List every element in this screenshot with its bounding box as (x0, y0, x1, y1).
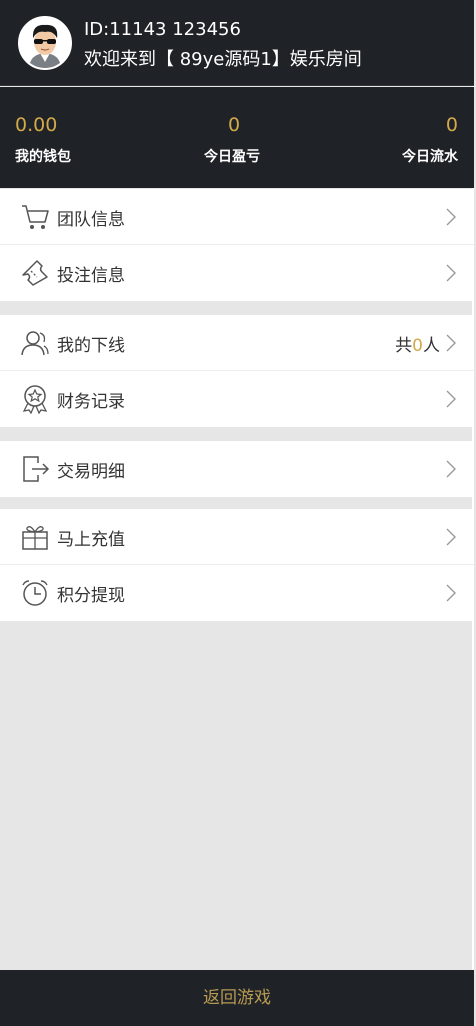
today-turnover-label: 今日流水 (402, 149, 458, 165)
menu-label: 马上充值 (57, 530, 125, 550)
profile-header: ID:11143 123456 欢迎来到【 89ye源码1】娱乐房间 (0, 0, 474, 86)
menu-item-team-info[interactable]: 团队信息 (0, 189, 474, 245)
menu-group-2: 我的下线 共0人 财务记录 (0, 315, 474, 427)
menu-label: 团队信息 (57, 210, 125, 230)
chevron-right-icon (446, 460, 456, 478)
award-icon (20, 384, 50, 414)
menu-group-4: 马上充值 积分提现 (0, 509, 474, 621)
wallet-value: 0.00 (15, 114, 58, 136)
menu-item-downline[interactable]: 我的下线 共0人 (0, 315, 474, 371)
wallet-label: 我的钱包 (15, 149, 71, 165)
gift-icon (20, 522, 50, 552)
menu-group-3: 交易明细 (0, 441, 474, 497)
menu-item-transaction-detail[interactable]: 交易明细 (0, 441, 474, 497)
today-profit-label: 今日盈亏 (204, 149, 260, 165)
today-profit-value: 0 (228, 114, 241, 136)
menu-item-withdraw-points[interactable]: 积分提现 (0, 565, 474, 621)
menu-label: 积分提现 (57, 586, 125, 606)
avatar[interactable] (18, 16, 72, 70)
alarm-clock-icon (20, 578, 50, 608)
cart-icon (20, 202, 50, 232)
menu-label: 我的下线 (57, 336, 125, 356)
menu-item-recharge[interactable]: 马上充值 (0, 509, 474, 565)
stats-bar: 0.00 我的钱包 0 今日盈亏 0 今日流水 (0, 87, 474, 188)
menu-label: 交易明细 (57, 462, 125, 482)
return-to-game-button[interactable]: 返回游戏 (0, 970, 474, 1026)
count-prefix: 共 (395, 336, 413, 356)
menu-item-finance-record[interactable]: 财务记录 (0, 371, 474, 427)
welcome-message: 欢迎来到【 89ye源码1】娱乐房间 (84, 49, 362, 70)
chevron-right-icon (446, 208, 456, 226)
menu-label: 财务记录 (57, 392, 125, 412)
menu-label: 投注信息 (57, 266, 125, 286)
menu-group-1: 团队信息 投注信息 (0, 189, 474, 301)
count-suffix: 人 (423, 336, 440, 356)
user-id: ID:11143 123456 (84, 19, 241, 40)
chevron-right-icon (446, 390, 456, 408)
app-frame: ID:11143 123456 欢迎来到【 89ye源码1】娱乐房间 0.00 … (0, 0, 474, 1026)
chevron-right-icon (446, 584, 456, 602)
chevron-right-icon (446, 334, 456, 352)
exit-icon (20, 454, 50, 484)
chevron-right-icon (446, 528, 456, 546)
downline-count: 共0人 (395, 331, 440, 356)
today-turnover-value: 0 (445, 114, 458, 136)
users-icon (20, 328, 50, 358)
avatar-image (20, 18, 70, 68)
footer-bar: 返回游戏 (0, 970, 474, 1026)
ticket-icon (20, 258, 50, 288)
count-number: 0 (412, 336, 423, 356)
chevron-right-icon (446, 264, 456, 282)
menu-item-bet-info[interactable]: 投注信息 (0, 245, 474, 301)
